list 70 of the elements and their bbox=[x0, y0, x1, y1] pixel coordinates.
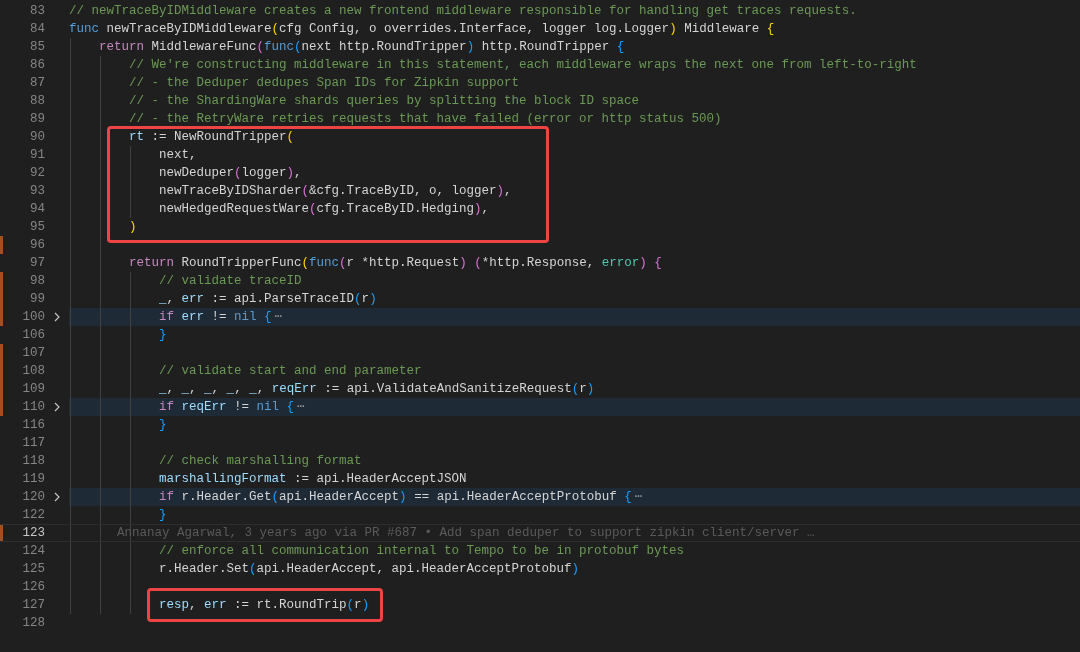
code-line: r.Header.Set(api.HeaderAccept, api.HeaderAcceptProtobuf) bbox=[158, 562, 580, 576]
code-line: if r.Header.Get(api.HeaderAccept) == api.HeaderAcceptProtobuf { ⋯ bbox=[158, 490, 643, 504]
line-number: 88 bbox=[29, 94, 45, 108]
line-number: 108 bbox=[21, 364, 45, 378]
code-line: func newTraceByIDMiddleware(cfg Config, o overrides.Interface, logger log.Logger) Middleware { bbox=[69, 22, 775, 36]
line-number: 84 bbox=[29, 22, 45, 36]
code-line: // - the ShardingWare shards queries by splitting the block ID space bbox=[128, 94, 640, 108]
code-line: if reqErr != nil { ⋯ bbox=[158, 400, 305, 414]
code-line: // - the RetryWare retries requests that have failed (error or http status 500) bbox=[128, 112, 722, 126]
line-number: 125 bbox=[21, 562, 45, 576]
change-marker bbox=[0, 236, 3, 254]
code-line: return RoundTripperFunc(func(r *http.Request) (*http.Response, error) { bbox=[128, 256, 662, 270]
code-line: marshallingFormat := api.HeaderAcceptJSON bbox=[158, 472, 467, 486]
blame-annotation: Annanay Agarwal, 3 years ago via PR #687 • Add span deduper to support zipkin client/server … bbox=[117, 526, 815, 540]
code-line: // enforce all communication internal to Tempo to be in protobuf bytes bbox=[158, 544, 685, 558]
code-line: _, _, _, _, _, reqErr := api.ValidateAndSanitizeRequest(r) bbox=[158, 382, 595, 396]
line-number: 122 bbox=[21, 508, 45, 522]
code-line: _, err := api.ParseTraceID(r) bbox=[158, 292, 377, 306]
code-line: // - the Deduper dedupes Span IDs for Zipkin support bbox=[128, 76, 520, 90]
line-number: 85 bbox=[29, 40, 45, 54]
line-number: 96 bbox=[29, 238, 45, 252]
code-line: // newTraceByIDMiddleware creates a new frontend middleware responsible for handling get traces requests. bbox=[69, 4, 857, 18]
code-line: } bbox=[158, 328, 167, 342]
code-line: newHedgedRequestWare(cfg.TraceByID.Hedging), bbox=[158, 202, 490, 216]
line-number: 86 bbox=[29, 58, 45, 72]
code-line: next, bbox=[158, 148, 197, 162]
change-marker bbox=[0, 525, 3, 541]
code-line: newTraceByIDSharder(&cfg.TraceByID, o, logger), bbox=[158, 184, 512, 198]
line-number: 123 bbox=[21, 526, 45, 540]
line-number: 95 bbox=[29, 220, 45, 234]
code-line: if err != nil { ⋯ bbox=[158, 310, 283, 324]
line-number: 93 bbox=[29, 184, 45, 198]
chevron-icon[interactable] bbox=[54, 312, 60, 322]
line-number: 106 bbox=[21, 328, 45, 342]
code-line: resp, err := rt.RoundTrip(r) bbox=[158, 598, 370, 612]
chevron-icon[interactable] bbox=[54, 402, 60, 412]
line-number: 128 bbox=[21, 616, 45, 630]
line-number: 110 bbox=[21, 400, 45, 414]
line-number: 83 bbox=[29, 4, 45, 18]
line-number: 124 bbox=[21, 544, 45, 558]
code-line: return MiddlewareFunc(func(next http.RoundTripper) http.RoundTripper { bbox=[98, 40, 625, 54]
line-number: 89 bbox=[29, 112, 45, 126]
line-number: 97 bbox=[29, 256, 45, 270]
line-number: 126 bbox=[21, 580, 45, 594]
code-line: // validate traceID bbox=[158, 274, 302, 288]
code-line: // validate start and end parameter bbox=[158, 364, 422, 378]
line-number: 109 bbox=[21, 382, 45, 396]
code-line: // check marshalling format bbox=[158, 454, 362, 468]
line-number: 116 bbox=[21, 418, 45, 432]
code-line: ) bbox=[128, 220, 137, 234]
line-number: 118 bbox=[21, 454, 45, 468]
code-line: } bbox=[158, 508, 167, 522]
line-number: 90 bbox=[29, 130, 45, 144]
line-number: 92 bbox=[29, 166, 45, 180]
line-number: 87 bbox=[29, 76, 45, 90]
line-number: 117 bbox=[21, 436, 45, 450]
line-number: 91 bbox=[29, 148, 45, 162]
code-line: newDeduper(logger), bbox=[158, 166, 302, 180]
line-number: 99 bbox=[29, 292, 45, 306]
code-line: // We're constructing middleware in this statement, each middleware wraps the next one from left-to-right bbox=[128, 58, 917, 72]
line-number: 119 bbox=[21, 472, 45, 486]
code-line: rt := NewRoundTripper( bbox=[128, 130, 295, 144]
line-number: 120 bbox=[21, 490, 45, 504]
code-line: } bbox=[158, 418, 167, 432]
line-number: 98 bbox=[29, 274, 45, 288]
line-number: 127 bbox=[21, 598, 45, 612]
line-number: 94 bbox=[29, 202, 45, 216]
chevron-icon[interactable] bbox=[54, 492, 60, 502]
line-number: 107 bbox=[21, 346, 45, 360]
line-number: 100 bbox=[21, 310, 45, 324]
